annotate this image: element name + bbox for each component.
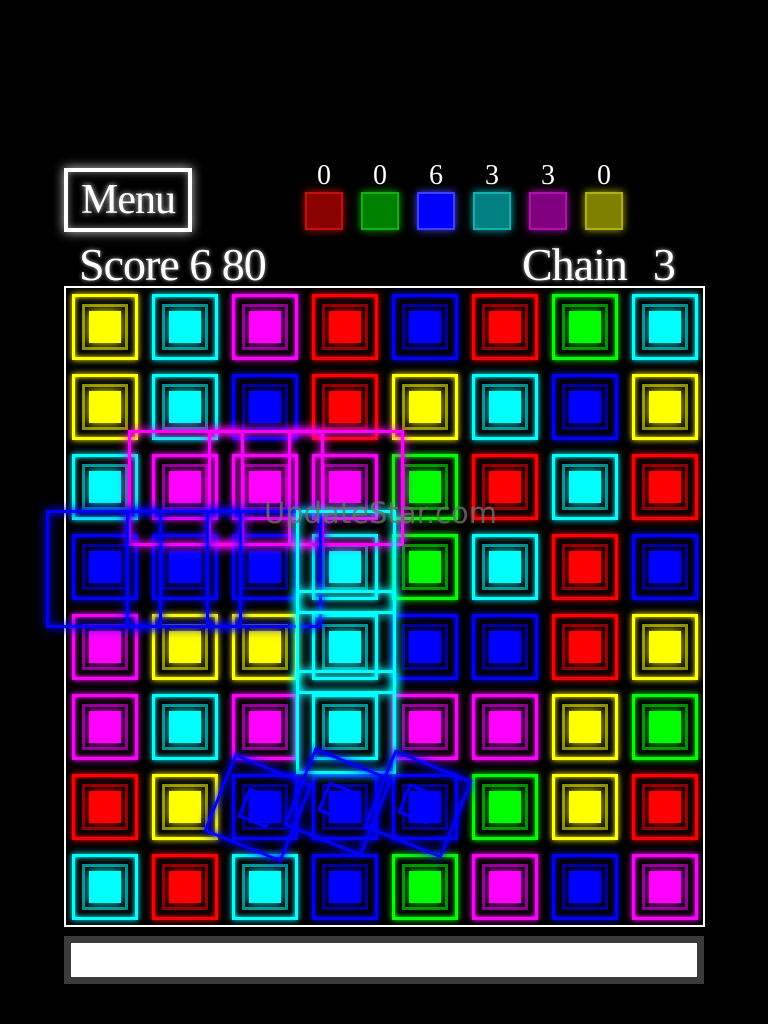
tile-r3-c6[interactable] <box>552 534 618 600</box>
counter-3: 3 <box>470 160 514 236</box>
tile-r5-c2[interactable] <box>232 694 298 760</box>
tile-r4-c0[interactable] <box>72 614 138 680</box>
tile-r6-c7[interactable] <box>632 774 698 840</box>
tile-r0-c6[interactable] <box>552 294 618 360</box>
tile-r0-c1[interactable] <box>152 294 218 360</box>
tile-r4-c4[interactable] <box>392 614 458 680</box>
tile-r5-c4[interactable] <box>392 694 458 760</box>
counter-0: 0 <box>302 160 346 236</box>
tile-r1-c1[interactable] <box>152 374 218 440</box>
tile-r0-c3[interactable] <box>312 294 378 360</box>
tile-r6-c0[interactable] <box>72 774 138 840</box>
tile-r3-c2[interactable] <box>232 534 298 600</box>
tile-r0-c0[interactable] <box>72 294 138 360</box>
tile-r1-c4[interactable] <box>392 374 458 440</box>
counter-swatch <box>417 192 455 230</box>
progress-bar <box>64 936 704 984</box>
tile-r7-c4[interactable] <box>392 854 458 920</box>
tile-r0-c7[interactable] <box>632 294 698 360</box>
tile-r4-c2[interactable] <box>232 614 298 680</box>
counter-5: 0 <box>582 160 626 236</box>
tile-r7-c3[interactable] <box>312 854 378 920</box>
tile-r6-c3[interactable] <box>312 774 378 840</box>
watermark-text: UpdateStar.com <box>264 496 497 530</box>
tile-r1-c0[interactable] <box>72 374 138 440</box>
score-label: Score <box>79 239 180 290</box>
chain-value: 3 <box>652 239 676 290</box>
counter-swatch <box>529 192 567 230</box>
tile-r3-c4[interactable] <box>392 534 458 600</box>
tile-r7-c1[interactable] <box>152 854 218 920</box>
tile-r7-c0[interactable] <box>72 854 138 920</box>
tile-r0-c4[interactable] <box>392 294 458 360</box>
counter-value: 0 <box>373 160 387 191</box>
counter-value: 0 <box>597 160 611 191</box>
tile-r5-c3[interactable] <box>312 694 378 760</box>
tile-r1-c3[interactable] <box>312 374 378 440</box>
tile-r4-c5[interactable] <box>472 614 538 680</box>
tile-r1-c7[interactable] <box>632 374 698 440</box>
counter-value: 3 <box>485 160 499 191</box>
tile-r6-c4[interactable] <box>392 774 458 840</box>
tile-r1-c5[interactable] <box>472 374 538 440</box>
tile-r4-c6[interactable] <box>552 614 618 680</box>
tile-r4-c3[interactable] <box>312 614 378 680</box>
tile-r2-c1[interactable] <box>152 454 218 520</box>
color-counters: 0 0 6 3 3 0 <box>302 160 632 236</box>
counter-swatch <box>473 192 511 230</box>
tile-r0-c5[interactable] <box>472 294 538 360</box>
tile-r7-c5[interactable] <box>472 854 538 920</box>
tile-r4-c1[interactable] <box>152 614 218 680</box>
chain-label: Chain <box>522 239 628 290</box>
tile-r5-c7[interactable] <box>632 694 698 760</box>
score-display: Score 6 80 <box>79 238 267 292</box>
tile-r2-c0[interactable] <box>72 454 138 520</box>
counter-value: 3 <box>541 160 555 191</box>
tile-r5-c0[interactable] <box>72 694 138 760</box>
tile-r3-c1[interactable] <box>152 534 218 600</box>
counter-swatch <box>361 192 399 230</box>
tile-r0-c2[interactable] <box>232 294 298 360</box>
tile-r3-c0[interactable] <box>72 534 138 600</box>
score-value: 6 80 <box>189 239 266 290</box>
tile-r5-c1[interactable] <box>152 694 218 760</box>
tile-r6-c5[interactable] <box>472 774 538 840</box>
tile-r6-c6[interactable] <box>552 774 618 840</box>
tile-r3-c5[interactable] <box>472 534 538 600</box>
tile-r5-c6[interactable] <box>552 694 618 760</box>
counter-swatch <box>585 192 623 230</box>
tile-r7-c7[interactable] <box>632 854 698 920</box>
menu-button[interactable]: Menu <box>64 168 192 232</box>
tile-r1-c6[interactable] <box>552 374 618 440</box>
counter-4: 3 <box>526 160 570 236</box>
progress-fill <box>71 943 697 977</box>
tile-r3-c3[interactable] <box>312 534 378 600</box>
counter-value: 6 <box>429 160 443 191</box>
tile-r4-c7[interactable] <box>632 614 698 680</box>
counter-1: 0 <box>358 160 402 236</box>
tile-r7-c6[interactable] <box>552 854 618 920</box>
tile-r1-c2[interactable] <box>232 374 298 440</box>
tile-r7-c2[interactable] <box>232 854 298 920</box>
counter-swatch <box>305 192 343 230</box>
tile-r6-c2[interactable] <box>232 774 298 840</box>
tile-r2-c6[interactable] <box>552 454 618 520</box>
counter-value: 0 <box>317 160 331 191</box>
tile-r2-c7[interactable] <box>632 454 698 520</box>
chain-display: Chain 3 <box>522 238 676 292</box>
tile-r3-c7[interactable] <box>632 534 698 600</box>
tile-r6-c1[interactable] <box>152 774 218 840</box>
counter-2: 6 <box>414 160 458 236</box>
tile-r5-c5[interactable] <box>472 694 538 760</box>
game-board[interactable] <box>46 286 705 927</box>
